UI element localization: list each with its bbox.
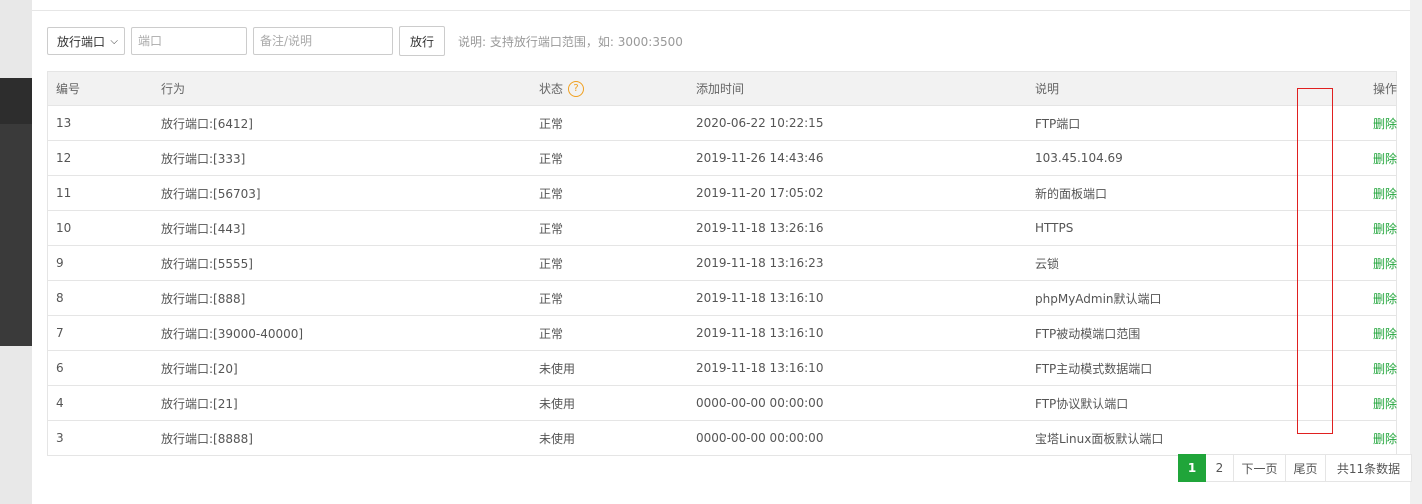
row-num: 12	[48, 140, 153, 176]
chevron-down-icon: ⌵	[110, 35, 118, 47]
pagination: 1 2 下一页 尾页 共11条数据	[1178, 454, 1412, 482]
sidebar-block	[0, 124, 32, 346]
row-status: 未使用	[531, 420, 688, 455]
help-tip: 说明: 支持放行端口范围，如: 3000:3500	[458, 34, 683, 49]
total-count: 共11条数据	[1326, 454, 1412, 482]
header-status-label: 状态	[539, 81, 564, 96]
note-input[interactable]	[253, 27, 393, 55]
row-time: 2019-11-18 13:26:16	[688, 210, 1027, 246]
header-action: 行为	[153, 72, 531, 106]
row-num: 4	[48, 385, 153, 421]
sidebar-active-block	[0, 78, 32, 124]
row-time: 0000-00-00 00:00:00	[688, 420, 1027, 455]
row-num: 9	[48, 245, 153, 281]
delete-link[interactable]: 删除	[1365, 315, 1397, 351]
add-rule-toolbar: 放行端口 ⌵ 放行 说明: 支持放行端口范围，如: 3000:3500	[47, 26, 683, 56]
table-row: 10 放行端口:[443] 正常 2019-11-18 13:26:16 HTTPS 删除	[48, 210, 1397, 246]
table-row: 6 放行端口:[20] 未使用 2019-11-18 13:16:10 FTP主动模式数…	[48, 350, 1397, 386]
row-action: 放行端口:[333]	[153, 140, 531, 176]
delete-link[interactable]: 删除	[1365, 385, 1397, 421]
row-action: 放行端口:[56703]	[153, 175, 531, 211]
page-2[interactable]: 2	[1206, 454, 1234, 482]
table-row: 7 放行端口:[39000-40000] 正常 2019-11-18 13:16:10…	[48, 315, 1397, 351]
row-action: 放行端口:[20]	[153, 350, 531, 386]
rules-table: 编号 行为 状态? 添加时间 说明 操作 13 放行端口:[6412] 正常 2020…	[47, 71, 1397, 456]
row-num: 7	[48, 315, 153, 351]
divider	[32, 10, 1410, 11]
rule-type-value: 放行端口	[57, 34, 106, 49]
delete-link[interactable]: 删除	[1365, 175, 1397, 211]
row-status: 正常	[531, 315, 688, 351]
header-op: 操作	[1365, 72, 1397, 106]
table-row: 11 放行端口:[56703] 正常 2019-11-20 17:05:02 新的面板端…	[48, 175, 1397, 211]
header-time: 添加时间	[688, 72, 1027, 106]
row-status: 正常	[531, 210, 688, 246]
table-row: 3 放行端口:[8888] 未使用 0000-00-00 00:00:00 宝塔Linu…	[48, 420, 1397, 455]
row-action: 放行端口:[6412]	[153, 105, 531, 141]
header-status: 状态?	[531, 72, 688, 106]
row-status: 正常	[531, 105, 688, 141]
delete-link[interactable]: 删除	[1365, 210, 1397, 246]
row-action: 放行端口:[21]	[153, 385, 531, 421]
left-sidebar-strip	[0, 0, 32, 504]
row-time: 2019-11-18 13:16:10	[688, 350, 1027, 386]
row-action: 放行端口:[5555]	[153, 245, 531, 281]
row-num: 11	[48, 175, 153, 211]
next-page-link[interactable]: 下一页	[1234, 454, 1286, 482]
row-time: 2020-06-22 10:22:15	[688, 105, 1027, 141]
row-num: 10	[48, 210, 153, 246]
row-action: 放行端口:[8888]	[153, 420, 531, 455]
delete-link[interactable]: 删除	[1365, 105, 1397, 141]
row-status: 正常	[531, 175, 688, 211]
row-time: 2019-11-20 17:05:02	[688, 175, 1027, 211]
delete-link[interactable]: 删除	[1365, 245, 1397, 281]
highlight-box	[1297, 88, 1333, 434]
row-num: 6	[48, 350, 153, 386]
row-status: 正常	[531, 245, 688, 281]
row-time: 2019-11-18 13:16:10	[688, 315, 1027, 351]
header-num: 编号	[48, 72, 153, 106]
table-row: 13 放行端口:[6412] 正常 2020-06-22 10:22:15 FTP端口删…	[48, 105, 1397, 141]
row-time: 0000-00-00 00:00:00	[688, 385, 1027, 421]
row-status: 正常	[531, 140, 688, 176]
row-action: 放行端口:[888]	[153, 280, 531, 316]
allow-button[interactable]: 放行	[399, 26, 446, 56]
row-time: 2019-11-18 13:16:23	[688, 245, 1027, 281]
row-time: 2019-11-26 14:43:46	[688, 140, 1027, 176]
help-icon[interactable]: ?	[568, 81, 585, 98]
firewall-panel: 放行端口 ⌵ 放行 说明: 支持放行端口范围，如: 3000:3500 编号 行…	[32, 0, 1412, 504]
table-row: 9 放行端口:[5555] 正常 2019-11-18 13:16:23 云锁 删除	[48, 245, 1397, 281]
row-action: 放行端口:[443]	[153, 210, 531, 246]
table-header-row: 编号 行为 状态? 添加时间 说明 操作	[48, 72, 1397, 106]
table-row: 4 放行端口:[21] 未使用 0000-00-00 00:00:00 FTP协议默认端…	[48, 385, 1397, 421]
delete-link[interactable]: 删除	[1365, 140, 1397, 176]
row-time: 2019-11-18 13:16:10	[688, 280, 1027, 316]
row-status: 未使用	[531, 385, 688, 421]
delete-link[interactable]: 删除	[1365, 280, 1397, 316]
row-num: 8	[48, 280, 153, 316]
delete-link[interactable]: 删除	[1365, 420, 1397, 455]
table-row: 8 放行端口:[888] 正常 2019-11-18 13:16:10 phpMyAdm…	[48, 280, 1397, 316]
port-input[interactable]	[131, 27, 247, 55]
table-row: 12 放行端口:[333] 正常 2019-11-26 14:43:46 103.45.…	[48, 140, 1397, 176]
row-num: 13	[48, 105, 153, 141]
page-1[interactable]: 1	[1178, 454, 1206, 482]
row-num: 3	[48, 420, 153, 455]
row-action: 放行端口:[39000-40000]	[153, 315, 531, 351]
row-status: 正常	[531, 280, 688, 316]
delete-link[interactable]: 删除	[1365, 350, 1397, 386]
last-page-link[interactable]: 尾页	[1286, 454, 1326, 482]
rule-type-select[interactable]: 放行端口 ⌵	[47, 27, 125, 55]
row-status: 未使用	[531, 350, 688, 386]
